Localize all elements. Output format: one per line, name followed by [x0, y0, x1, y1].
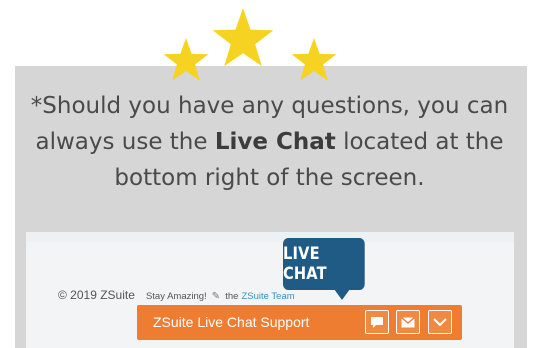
chat-button[interactable] — [365, 310, 389, 334]
live-chat-bar[interactable]: ZSuite Live Chat Support — [137, 305, 462, 340]
chevron-down-icon — [433, 317, 447, 326]
bubble-tail — [334, 289, 350, 300]
tagline-text: Stay Amazing! — [145, 291, 207, 302]
stars-rating — [163, 8, 337, 81]
copyright-text: © 2019 ZSuite — [58, 288, 135, 302]
site-footer: © 2019 ZSuite Stay Amazing! ✎ the ZSuite… — [58, 288, 295, 302]
page: *Should you have any questions, you can … — [0, 0, 539, 348]
by-text: the — [225, 291, 239, 302]
chat-bar-title[interactable]: ZSuite Live Chat Support — [153, 305, 309, 340]
message-bold-live-chat: Live Chat — [214, 129, 336, 155]
envelope-icon — [401, 316, 415, 327]
star-icon — [163, 38, 209, 81]
email-button[interactable] — [396, 310, 420, 334]
message-line-2-end: located at the — [335, 129, 504, 155]
message-line-2-start: always use the — [35, 129, 215, 155]
team-link[interactable]: ZSuite Team — [241, 291, 294, 302]
star-icon — [291, 38, 337, 81]
message-line-3: bottom right of the screen. — [114, 165, 425, 191]
inset-top-strip — [26, 232, 514, 242]
minimize-button[interactable] — [428, 310, 452, 334]
instruction-message: *Should you have any questions, you can … — [0, 88, 539, 196]
live-chat-bubble[interactable]: LIVE CHAT — [283, 238, 365, 290]
pen-icon: ✎ — [211, 291, 221, 302]
message-line-2: always use the Live Chat located at the — [0, 124, 539, 160]
star-icon — [212, 8, 274, 67]
chat-icon — [371, 316, 383, 328]
